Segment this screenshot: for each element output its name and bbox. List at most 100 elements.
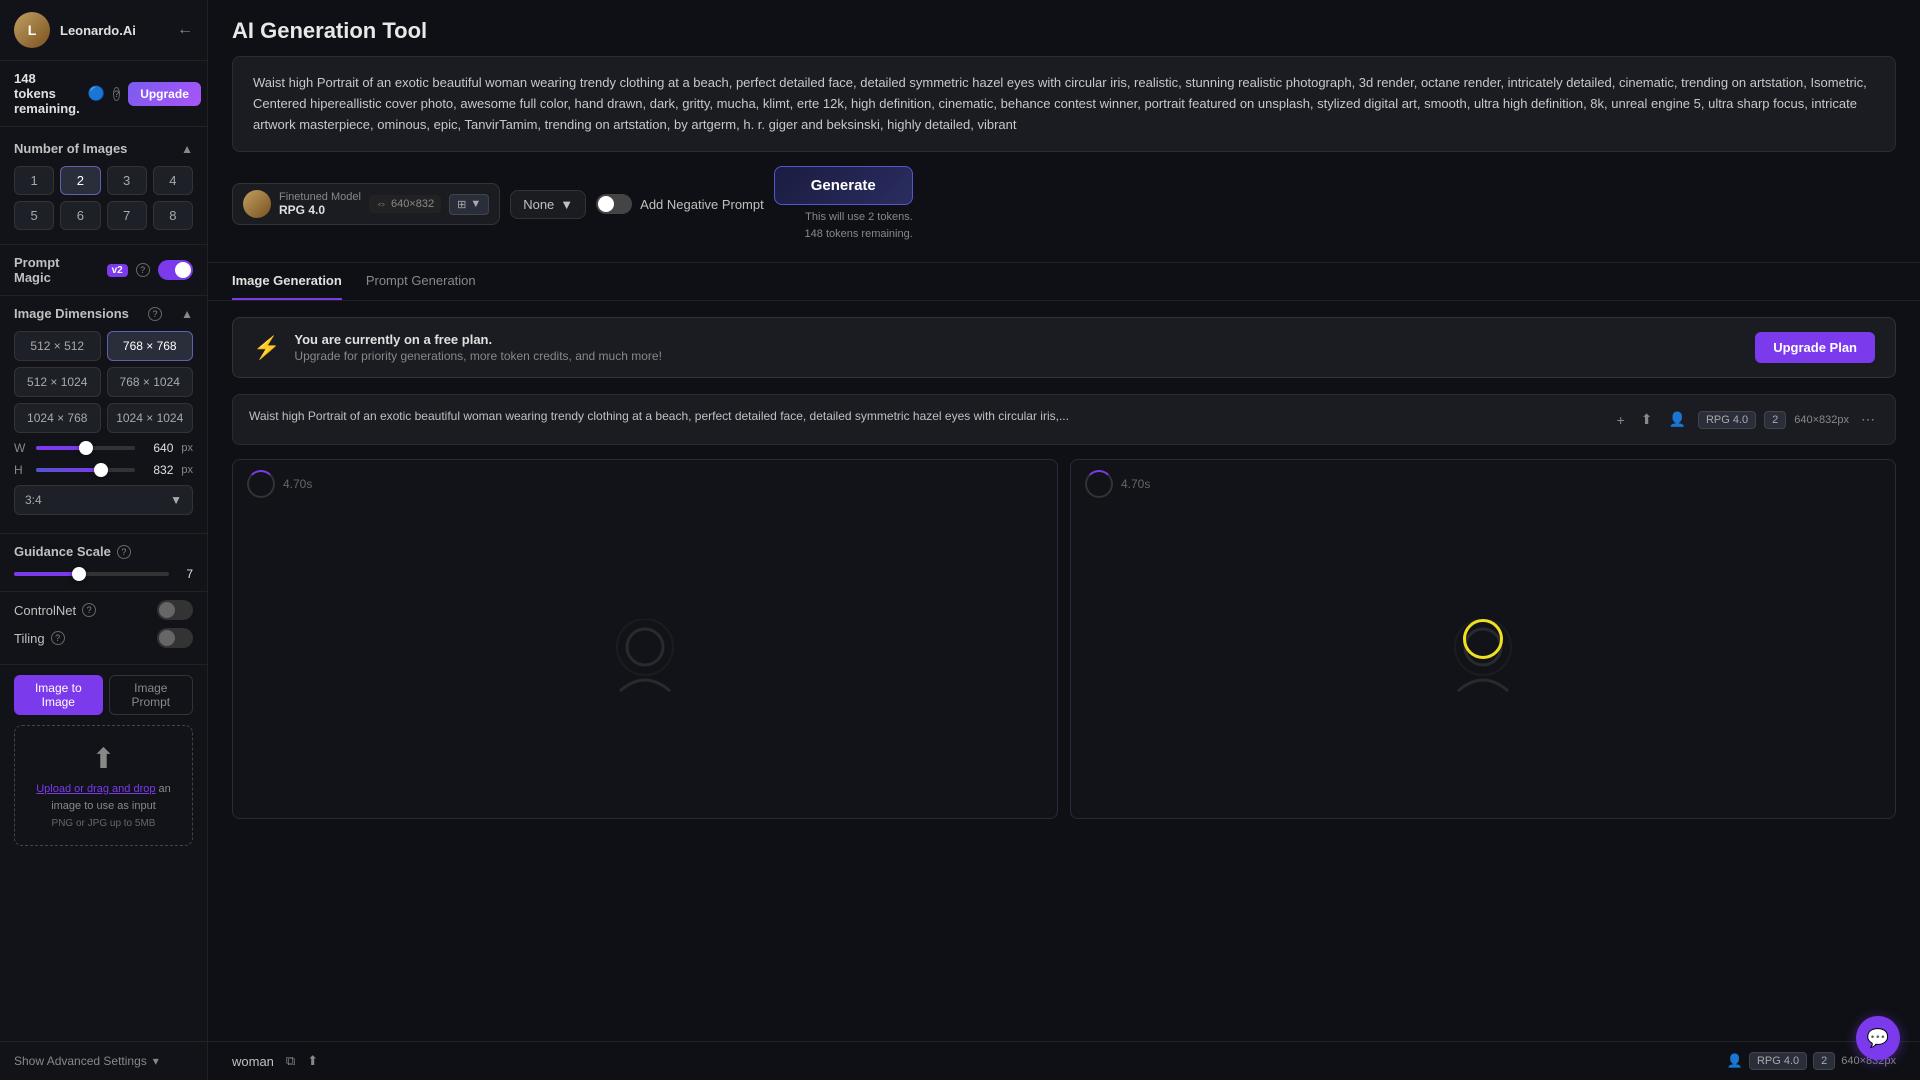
i2i-tab-image[interactable]: Image to Image (14, 675, 103, 715)
bottom-bar: woman ⧉ ⬆ 👤 RPG 4.0 2 640×832px (208, 1041, 1920, 1080)
width-slider-thumb[interactable] (79, 441, 93, 455)
image-dimensions-info-icon[interactable]: ? (148, 307, 162, 321)
sidebar: L Leonardo.Ai ← 148 tokens remaining. 🔵 … (0, 0, 208, 1080)
bottom-model-icon: 👤 (1727, 1053, 1743, 1069)
height-slider[interactable] (36, 468, 135, 472)
guidance-value: 7 (177, 567, 193, 581)
aspect-ratio-select[interactable]: 3:4 ▼ (14, 485, 193, 515)
toolbar: Finetuned Model RPG 4.0 ⇔ 640×832 ⊞ ▼ No… (232, 166, 1896, 252)
upgrade-button[interactable]: Upgrade (128, 82, 201, 106)
generation-prompt: Waist high Portrait of an exotic beautif… (249, 407, 1601, 425)
guidance-info-icon[interactable]: ? (117, 545, 131, 559)
num-images-title: Number of Images (14, 141, 127, 156)
height-slider-row: H 832 px (14, 463, 193, 477)
num-btn-1[interactable]: 1 (14, 166, 54, 195)
prompt-magic-info-icon[interactable]: ? (136, 263, 150, 277)
guidance-scale-section: Guidance Scale ? 7 (0, 533, 207, 591)
upgrade-plan-button[interactable]: Upgrade Plan (1755, 332, 1875, 363)
card1-timer: 4.70s (283, 477, 312, 491)
tiling-toggle[interactable] (157, 628, 193, 648)
guidance-slider-row: 7 (14, 567, 193, 581)
num-btn-2[interactable]: 2 (60, 166, 100, 195)
chat-icon: 💬 (1867, 1028, 1889, 1049)
bottom-count-badge: 2 (1813, 1052, 1835, 1070)
height-slider-fill (36, 468, 101, 472)
gen-add-icon[interactable]: + (1613, 408, 1629, 432)
num-btn-6[interactable]: 6 (60, 201, 100, 230)
sidebar-collapse-icon[interactable]: ← (177, 21, 193, 39)
none-select[interactable]: None ▼ (510, 190, 586, 219)
upload-file-hint: PNG or JPG up to 5MB (25, 818, 182, 829)
sidebar-user: L Leonardo.Ai (14, 12, 136, 48)
token-count: 148 tokens remaining. (14, 71, 80, 116)
height-unit: px (181, 464, 193, 476)
num-images-grid: 1 2 3 4 (14, 166, 193, 195)
dim-btn-768x768[interactable]: 768 × 768 (107, 331, 194, 361)
upload-icon: ⬆ (25, 742, 182, 775)
width-slider[interactable] (36, 446, 135, 450)
prompt-magic-toggle[interactable] (158, 260, 193, 280)
card1-placeholder-icon (605, 619, 685, 699)
upload-area[interactable]: ⬆ Upload or drag and drop an image to us… (14, 725, 193, 846)
res-arrows-icon: ⇔ (376, 198, 387, 210)
none-label: None (523, 197, 554, 212)
bottom-prompt-tag: woman (232, 1054, 274, 1069)
dim-btn-1024x1024[interactable]: 1024 × 1024 (107, 403, 194, 433)
prompt-text-box[interactable]: Waist high Portrait of an exotic beautif… (232, 56, 1896, 152)
dim-btn-1024x768[interactable]: 1024 × 768 (14, 403, 101, 433)
dim-btn-768x1024[interactable]: 768 × 1024 (107, 367, 194, 397)
neg-prompt-label: Add Negative Prompt (640, 197, 764, 212)
num-btn-5[interactable]: 5 (14, 201, 54, 230)
gen-count-badge: 2 (1764, 411, 1786, 429)
bottom-upload-icon[interactable]: ⬆ (307, 1053, 318, 1069)
token-info-icon[interactable]: ? (113, 87, 120, 101)
advanced-settings-button[interactable]: Show Advanced Settings ▾ (14, 1054, 159, 1068)
token-bar: 148 tokens remaining. 🔵 ? Upgrade (0, 61, 207, 127)
tiling-info-icon[interactable]: ? (51, 631, 65, 645)
sidebar-footer: Show Advanced Settings ▾ (0, 1041, 207, 1080)
controlnet-info-icon[interactable]: ? (82, 603, 96, 617)
num-btn-8[interactable]: 8 (153, 201, 193, 230)
image-dimensions-chevron[interactable]: ▲ (181, 307, 193, 321)
height-value: 832 (143, 463, 173, 477)
gen-more-icon[interactable]: ⋯ (1857, 407, 1879, 432)
card2-spinner (1085, 470, 1113, 498)
num-images-chevron[interactable]: ▲ (181, 142, 193, 156)
neg-prompt-toggle[interactable] (596, 194, 632, 214)
banner-subtitle: Upgrade for priority generations, more t… (294, 349, 1741, 363)
size-badge[interactable]: ⊞ ▼ (449, 194, 489, 215)
model-name: Finetuned Model (279, 191, 361, 203)
model-avatar (243, 190, 271, 218)
height-slider-thumb[interactable] (94, 463, 108, 477)
num-btn-3[interactable]: 3 (107, 166, 147, 195)
images-grid: 4.70s 4.70s (232, 459, 1896, 819)
num-btn-7[interactable]: 7 (107, 201, 147, 230)
aspect-ratio-chevron: ▼ (170, 493, 182, 507)
generate-button[interactable]: Generate (774, 166, 913, 205)
guidance-slider[interactable] (14, 572, 169, 576)
chat-bubble[interactable]: 💬 (1856, 1016, 1900, 1060)
upload-link[interactable]: Upload or drag and drop (36, 783, 155, 795)
banner-title: You are currently on a free plan. (294, 332, 1741, 347)
generate-wrapper: Generate This will use 2 tokens. 148 tok… (774, 166, 913, 242)
gen-actions: + ⬆ 👤 RPG 4.0 2 640×832px ⋯ (1613, 407, 1879, 432)
tab-image-generation[interactable]: Image Generation (232, 263, 342, 300)
guidance-scale-title: Guidance Scale (14, 544, 111, 559)
model-selector[interactable]: Finetuned Model RPG 4.0 ⇔ 640×832 ⊞ ▼ (232, 183, 500, 225)
width-unit: px (181, 442, 193, 454)
guidance-slider-thumb[interactable] (72, 567, 86, 581)
bottom-copy-icon[interactable]: ⧉ (286, 1053, 295, 1069)
dim-btn-512x1024[interactable]: 512 × 1024 (14, 367, 101, 397)
image-dimensions-section: Image Dimensions ? ▲ 512 × 512 768 × 768… (0, 295, 207, 533)
advanced-settings-label: Show Advanced Settings (14, 1054, 147, 1068)
gen-model-icon[interactable]: 👤 (1665, 407, 1690, 432)
tab-prompt-generation[interactable]: Prompt Generation (366, 263, 476, 300)
dim-btn-512x512[interactable]: 512 × 512 (14, 331, 101, 361)
model-version: RPG 4.0 (279, 203, 361, 217)
i2i-tab-prompt[interactable]: Image Prompt (109, 675, 193, 715)
image-dimensions-header: Image Dimensions ? ▲ (14, 306, 193, 321)
num-btn-4[interactable]: 4 (153, 166, 193, 195)
gen-upload-icon[interactable]: ⬆ (1637, 407, 1657, 432)
guidance-scale-header: Guidance Scale ? (14, 544, 193, 559)
controlnet-toggle[interactable] (157, 600, 193, 620)
